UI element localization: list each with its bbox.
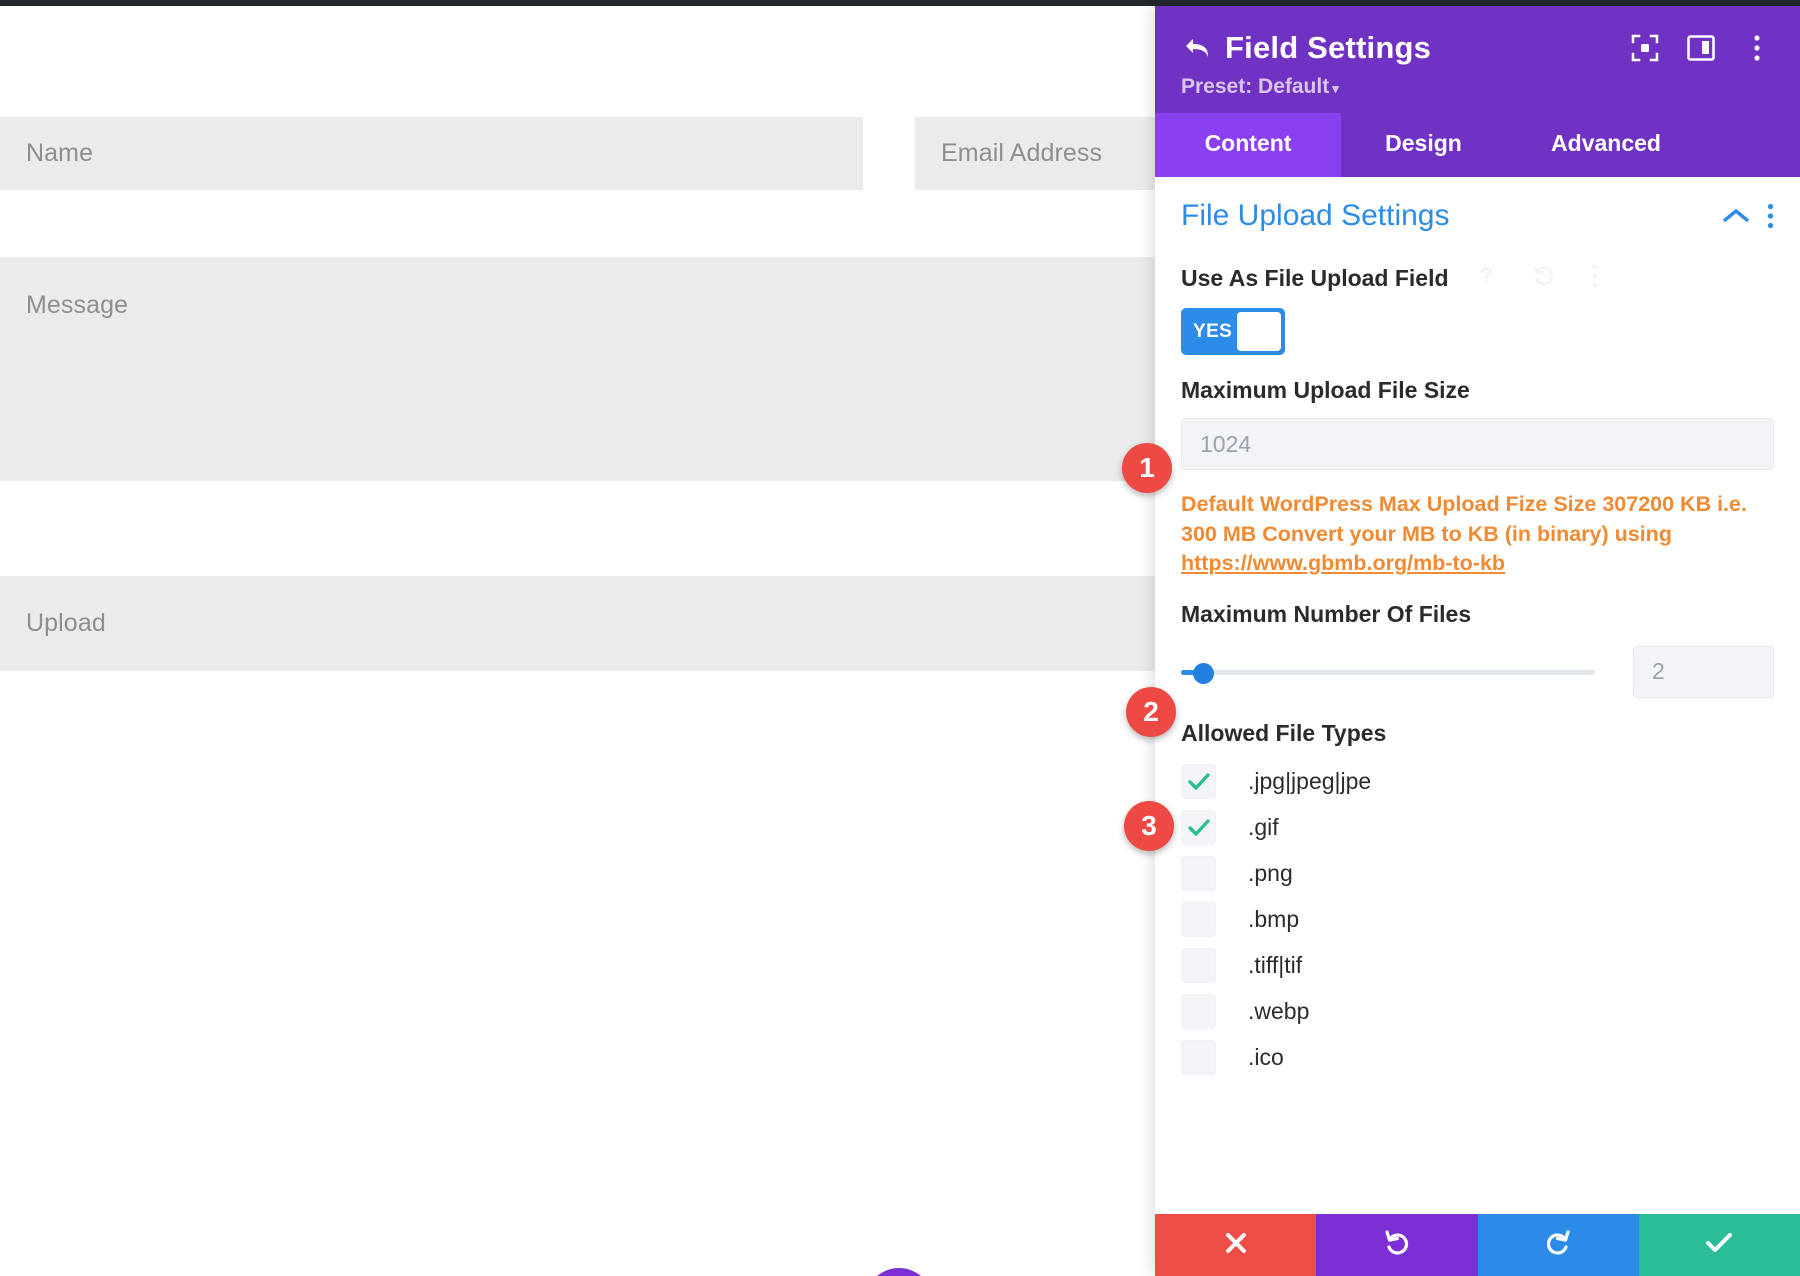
step-badge-1: 1	[1122, 443, 1172, 493]
checkbox-checked[interactable]	[1181, 810, 1216, 845]
mb-to-kb-link[interactable]: https://www.gbmb.org/mb-to-kb	[1181, 551, 1505, 575]
file-type-label: .gif	[1248, 814, 1279, 841]
allowed-file-types-label: Allowed File Types	[1181, 720, 1386, 747]
step-badge-3: 3	[1124, 801, 1174, 851]
field-settings-panel: Field Settings	[1155, 6, 1800, 1276]
chevron-up-icon[interactable]	[1723, 208, 1749, 224]
file-type-label: .jpg|jpeg|jpe	[1248, 768, 1371, 795]
name-placeholder: Name	[0, 139, 93, 168]
file-type-label: .webp	[1248, 998, 1309, 1025]
back-arrow-icon[interactable]	[1181, 33, 1215, 63]
cancel-button[interactable]	[1155, 1214, 1316, 1276]
check-icon	[1704, 1230, 1734, 1261]
allowed-file-types-row: Allowed File Types	[1181, 720, 1774, 747]
file-type-row[interactable]: .webp	[1181, 989, 1774, 1035]
panel-header: Field Settings	[1155, 6, 1800, 113]
use-as-file-upload-toggle[interactable]: YES	[1181, 308, 1285, 355]
form-field-email[interactable]: Email Address	[915, 117, 1160, 190]
file-type-row[interactable]: .png	[1181, 851, 1774, 897]
upload-placeholder: Upload	[0, 609, 106, 638]
email-placeholder: Email Address	[915, 139, 1102, 168]
max-number-of-files-value: 2	[1652, 658, 1665, 685]
form-field-message[interactable]: Message	[0, 257, 1160, 481]
help-icon[interactable]: ?	[1479, 263, 1496, 294]
slider-handle[interactable]	[1193, 663, 1214, 684]
control-icons: ?	[1479, 263, 1598, 294]
panel-title: Field Settings	[1225, 30, 1431, 66]
message-placeholder: Message	[0, 257, 128, 320]
help-text-body: Default WordPress Max Upload Fize Size 3…	[1181, 492, 1747, 546]
save-button[interactable]	[1639, 1214, 1800, 1276]
chevron-down-icon: ▾	[1332, 81, 1339, 96]
use-as-file-upload-label: Use As File Upload Field	[1181, 265, 1449, 292]
max-number-of-files-label: Maximum Number Of Files	[1181, 601, 1471, 628]
toggle-knob	[1237, 312, 1281, 351]
file-type-label: .ico	[1248, 1044, 1284, 1071]
action-bar-spacer	[1155, 1204, 1800, 1214]
file-type-row[interactable]: .jpg|jpeg|jpe	[1181, 759, 1774, 805]
form-field-upload[interactable]: Upload	[0, 576, 1160, 671]
close-icon	[1223, 1230, 1249, 1261]
allowed-file-types-list: .jpg|jpeg|jpe .gif .png .bmp .tiff|tif .webp.…	[1181, 759, 1774, 1081]
section-title: File Upload Settings	[1181, 199, 1705, 233]
form-field-name[interactable]: Name	[0, 117, 863, 190]
max-upload-help-text: Default WordPress Max Upload Fize Size 3…	[1181, 490, 1774, 579]
tab-design[interactable]: Design	[1341, 113, 1506, 177]
use-as-file-upload-row: Use As File Upload Field ?	[1181, 263, 1774, 294]
file-type-label: .tiff|tif	[1248, 952, 1302, 979]
max-number-of-files-row: Maximum Number Of Files	[1181, 601, 1774, 628]
file-type-row[interactable]: .tiff|tif	[1181, 943, 1774, 989]
checkbox-unchecked[interactable]	[1181, 994, 1216, 1029]
reset-icon[interactable]	[1532, 264, 1556, 293]
max-upload-file-size-label: Maximum Upload File Size	[1181, 377, 1470, 404]
tab-content[interactable]: Content	[1155, 113, 1341, 177]
check-icon	[1187, 772, 1211, 792]
undo-button[interactable]	[1316, 1214, 1477, 1276]
svg-text:?: ?	[1480, 263, 1492, 288]
max-upload-file-size-row: Maximum Upload File Size	[1181, 377, 1774, 404]
panel-body: File Upload Settings Use	[1155, 177, 1800, 1276]
settings-group: Use As File Upload Field ?	[1155, 263, 1800, 1081]
toggle-value-label: YES	[1185, 321, 1232, 343]
max-number-of-files-slider[interactable]	[1181, 657, 1595, 687]
max-upload-file-size-input[interactable]: 1024	[1181, 418, 1774, 470]
file-type-label: .bmp	[1248, 906, 1299, 933]
checkbox-unchecked[interactable]	[1181, 1040, 1216, 1075]
focus-target-icon[interactable]	[1628, 31, 1662, 65]
checkbox-unchecked[interactable]	[1181, 902, 1216, 937]
file-type-row[interactable]: .bmp	[1181, 897, 1774, 943]
max-number-of-files-control: 2	[1181, 646, 1774, 698]
section-overflow-menu-icon[interactable]	[1767, 203, 1774, 229]
preset-label: Preset: Default	[1181, 75, 1329, 98]
layout-split-icon[interactable]	[1684, 31, 1718, 65]
page-canvas: Name Email Address Message Upload	[0, 6, 1160, 1276]
file-type-label: .png	[1248, 860, 1293, 887]
preset-selector[interactable]: Preset: Default▾	[1181, 75, 1774, 99]
max-upload-file-size-value: 1024	[1200, 431, 1251, 458]
checkbox-unchecked[interactable]	[1181, 856, 1216, 891]
tab-advanced[interactable]: Advanced	[1506, 113, 1706, 177]
max-number-of-files-input[interactable]: 2	[1633, 646, 1774, 698]
panel-action-bar	[1155, 1214, 1800, 1276]
checkbox-checked[interactable]	[1181, 764, 1216, 799]
checkbox-unchecked[interactable]	[1181, 948, 1216, 983]
control-overflow-menu-icon[interactable]	[1592, 264, 1598, 293]
panel-tabs: Content Design Advanced	[1155, 113, 1800, 177]
overflow-menu-icon[interactable]	[1740, 31, 1774, 65]
check-icon	[1187, 818, 1211, 838]
file-type-row[interactable]: .gif	[1181, 805, 1774, 851]
step-badge-2: 2	[1126, 687, 1176, 737]
redo-icon	[1544, 1229, 1572, 1262]
redo-button[interactable]	[1478, 1214, 1639, 1276]
slider-track	[1181, 670, 1595, 675]
undo-icon	[1383, 1229, 1411, 1262]
file-type-row[interactable]: .ico	[1181, 1035, 1774, 1081]
builder-fab-button[interactable]	[865, 1268, 933, 1276]
screenshot-root: Name Email Address Message Upload 1 2 3 …	[0, 0, 1800, 1276]
file-upload-settings-section-header[interactable]: File Upload Settings	[1155, 177, 1800, 241]
